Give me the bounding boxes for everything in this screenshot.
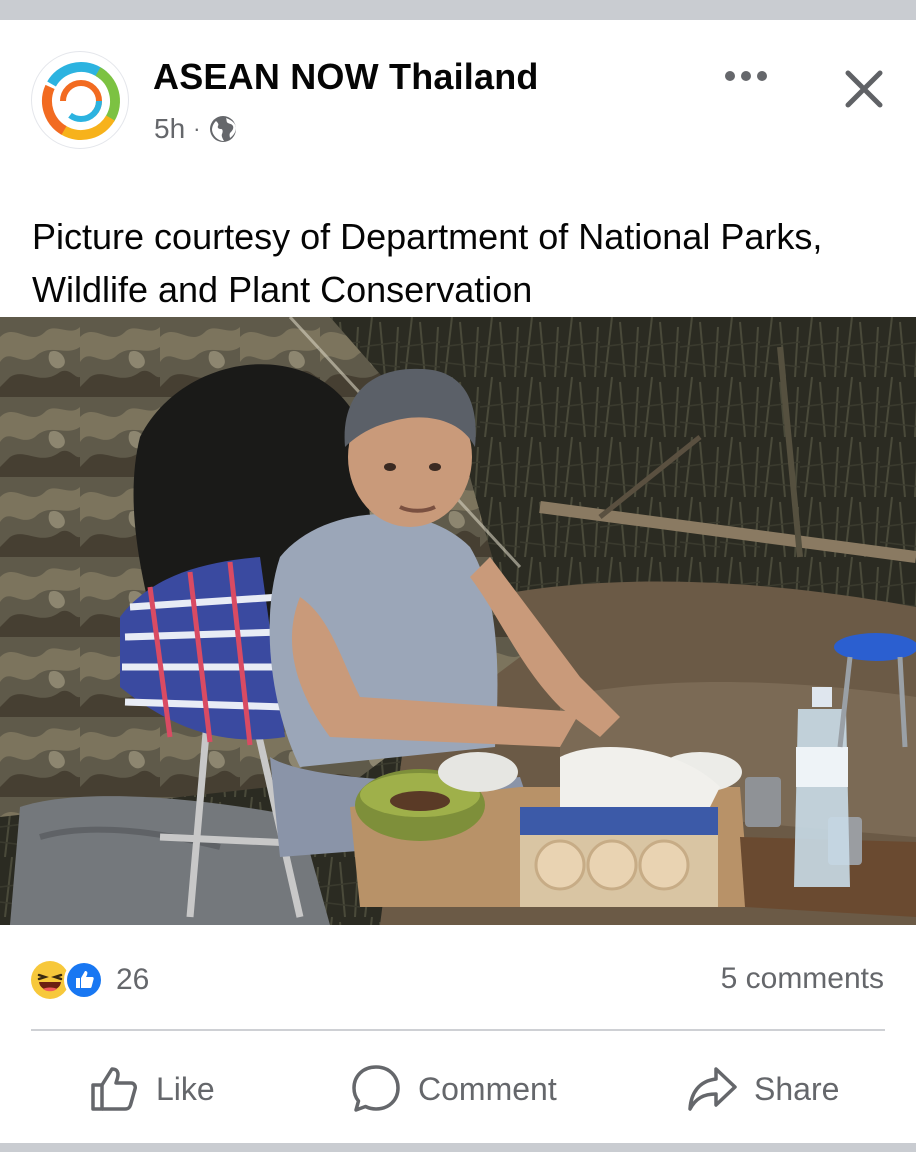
hide-post-button[interactable] <box>840 65 888 113</box>
reaction-summary[interactable]: 26 <box>30 960 149 1000</box>
share-icon <box>688 1067 737 1111</box>
post-card: ASEAN NOW Thailand 5h · Picture courtesy… <box>0 20 916 1143</box>
camp-photo-image <box>0 317 916 925</box>
thumbs-up-icon <box>91 1067 137 1111</box>
comment-icon <box>352 1065 400 1112</box>
post-meta: 5h · <box>154 112 238 146</box>
share-label: Share <box>754 1070 840 1107</box>
comment-button[interactable]: Comment <box>350 1058 557 1120</box>
close-icon <box>845 70 883 108</box>
meta-separator: · <box>193 116 201 141</box>
comment-label: Comment <box>418 1070 557 1107</box>
like-button[interactable]: Like <box>88 1058 215 1120</box>
asean-now-logo-icon <box>41 61 120 140</box>
more-options-button[interactable] <box>722 60 770 92</box>
like-label: Like <box>156 1070 215 1107</box>
post-caption: Picture courtesy of Department of Nation… <box>32 216 823 310</box>
page-name-link[interactable]: ASEAN NOW Thailand <box>153 56 539 98</box>
comments-count-link[interactable]: 5 comments <box>721 962 884 996</box>
globe-icon <box>210 116 237 142</box>
share-button[interactable]: Share <box>686 1058 839 1120</box>
divider <box>31 1029 885 1031</box>
page-avatar[interactable] <box>31 51 129 149</box>
post-timestamp[interactable]: 5h <box>154 113 185 145</box>
like-reaction-icon <box>64 960 104 1000</box>
more-horizontal-icon <box>725 71 767 81</box>
post-photo[interactable] <box>0 317 916 925</box>
reaction-count: 26 <box>116 963 150 996</box>
